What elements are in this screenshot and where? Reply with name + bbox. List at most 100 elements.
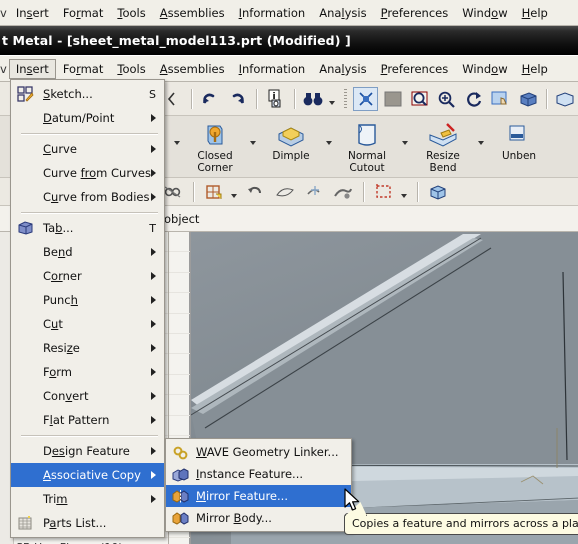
submenu-item-label: Mirror Feature... xyxy=(196,489,288,503)
menubar-top-item-tools[interactable]: Tools xyxy=(110,3,152,23)
menu-item-curve-from-bodies[interactable]: Curve from Bodies xyxy=(11,185,164,209)
zoom-window-icon[interactable] xyxy=(407,87,432,111)
submenu-arrow-icon xyxy=(151,169,156,177)
menu-item-curve-from-curves[interactable]: Curve from Curves xyxy=(11,161,164,185)
ribbon-button-closed-corner[interactable]: Closed Corner xyxy=(182,116,248,176)
chevron-down-icon[interactable] xyxy=(478,141,484,145)
binoculars-icon[interactable] xyxy=(301,87,326,111)
information-icon[interactable]: i xyxy=(263,87,288,111)
ribbon-button-normal-cutout[interactable]: Normal Cutout xyxy=(334,116,400,176)
menubar-top: v Insert Format Tools Assemblies Informa… xyxy=(0,0,578,26)
mirror-feature-icon xyxy=(172,489,189,505)
undo-icon[interactable] xyxy=(198,87,223,111)
submenu-item-mirror-body[interactable]: Mirror Body... xyxy=(166,507,351,529)
submenu-item-wave-geometry-linker[interactable]: WAVE Geometry Linker... xyxy=(166,441,351,463)
menu-item-label: Associative Copy xyxy=(43,468,141,482)
menu-item-label: Resize xyxy=(43,341,80,355)
menu-item-datum-point[interactable]: Datum/Point xyxy=(11,106,164,130)
menu-item-label: Flat Pattern xyxy=(43,413,110,427)
submenu-arrow-icon xyxy=(151,193,156,201)
menubar-item-preferences[interactable]: Preferences xyxy=(374,59,456,79)
menubar-top-item-help[interactable]: Help xyxy=(515,3,555,23)
toolbar-separator xyxy=(193,181,194,202)
menu-item-label: Convert xyxy=(43,389,89,403)
toolbar-separator xyxy=(417,181,418,202)
chevron-down-icon[interactable] xyxy=(401,193,407,198)
tree-row-hemflange[interactable]: SB HemFlange (10) xyxy=(15,538,190,544)
box-view-icon[interactable] xyxy=(553,87,578,111)
fit-view-icon[interactable] xyxy=(353,86,379,111)
chevron-down-icon[interactable] xyxy=(328,100,335,105)
menubar-top-item-analysis[interactable]: Analysis xyxy=(312,3,373,23)
submenu-item-mirror-feature[interactable]: Mirror Feature... xyxy=(166,485,351,507)
submenu-arrow-icon xyxy=(151,272,156,280)
ribbon-button-unbend[interactable]: Unben xyxy=(486,116,552,176)
menubar-item-insert[interactable]: Insert xyxy=(8,58,56,79)
section-box-icon[interactable] xyxy=(371,180,397,204)
chevron-down-icon[interactable] xyxy=(326,141,332,145)
submenu-arrow-icon xyxy=(151,392,156,400)
menu-item-trim[interactable]: Trim xyxy=(11,487,164,511)
shaded-view-icon[interactable] xyxy=(380,87,405,111)
chevron-down-icon[interactable] xyxy=(250,141,256,145)
menubar-item-format[interactable]: Format xyxy=(56,59,111,79)
ribbon-button-dimple[interactable]: Dimple xyxy=(258,116,324,176)
chevron-down-icon[interactable] xyxy=(174,141,180,145)
chevron-down-icon[interactable] xyxy=(231,193,237,198)
submenu-arrow-icon xyxy=(151,248,156,256)
menubar-top-item-preferences[interactable]: Preferences xyxy=(374,3,456,23)
menubar-item-window[interactable]: Window xyxy=(455,59,514,79)
menu-item-form[interactable]: Form xyxy=(11,360,164,384)
menu-item-label: Sketch... xyxy=(43,87,93,101)
menubar-top-item-insert[interactable]: Insert xyxy=(9,3,56,23)
point-set-icon[interactable] xyxy=(301,180,327,204)
redo-icon[interactable] xyxy=(225,87,250,111)
rotate-icon[interactable] xyxy=(461,87,486,111)
menubar-item-analysis[interactable]: Analysis xyxy=(312,59,373,79)
menubar-item-assemblies[interactable]: Assemblies xyxy=(153,59,232,79)
reverse-direction-icon[interactable] xyxy=(243,180,269,204)
toolbar-separator xyxy=(255,88,257,109)
menu-item-flat-pattern[interactable]: Flat Pattern xyxy=(11,408,164,432)
toolbar-separator xyxy=(293,88,295,109)
menubar-item-information[interactable]: Information xyxy=(232,59,313,79)
menubar-item-tools[interactable]: Tools xyxy=(110,59,152,79)
menu-item-punch[interactable]: Punch xyxy=(11,288,164,312)
menu-item-label: Curve from Curves xyxy=(43,166,151,180)
submenu-arrow-icon xyxy=(151,447,156,455)
menubar-top-item-information[interactable]: Information xyxy=(232,3,313,23)
associative-copy-submenu[interactable]: WAVE Geometry Linker... Instance Feature… xyxy=(165,438,352,532)
menubar-top-item-window[interactable]: Window xyxy=(455,3,514,23)
menu-item-associative-copy[interactable]: Associative Copy xyxy=(11,463,164,487)
menubar-top-item-format[interactable]: Format xyxy=(56,3,111,23)
menu-item-resize[interactable]: Resize xyxy=(11,336,164,360)
menu-item-parts-list[interactable]: Parts List... xyxy=(11,511,164,535)
solid-body-icon[interactable] xyxy=(425,180,451,204)
insert-dropdown-menu[interactable]: Sketch... S Datum/Point Curve Curve from… xyxy=(10,79,165,538)
datum-plane-icon[interactable] xyxy=(201,180,227,204)
menu-item-tab[interactable]: Tab... T xyxy=(11,216,164,240)
menu-item-bend[interactable]: Bend xyxy=(11,240,164,264)
ribbon-button-resize-bend[interactable]: Resize Bend xyxy=(410,116,476,176)
render-style-icon[interactable] xyxy=(515,87,540,111)
submenu-arrow-icon xyxy=(151,416,156,424)
ribbon-label-line1: Resize xyxy=(426,150,460,162)
pan-icon[interactable] xyxy=(488,87,513,111)
menubar-top-item-assemblies[interactable]: Assemblies xyxy=(153,3,232,23)
toolbar-grip[interactable] xyxy=(343,88,348,109)
menu-item-cut[interactable]: Cut xyxy=(11,312,164,336)
menu-item-sketch[interactable]: Sketch... S xyxy=(11,82,164,106)
submenu-item-instance-feature[interactable]: Instance Feature... xyxy=(166,463,351,485)
menubar-item-help[interactable]: Help xyxy=(515,59,555,79)
menu-item-design-feature[interactable]: Design Feature xyxy=(11,439,164,463)
surface-icon[interactable] xyxy=(272,180,298,204)
menubar-document-clipped-left: v xyxy=(0,61,7,76)
ribbon-label-line1: Normal xyxy=(348,150,386,162)
menu-item-convert[interactable]: Convert xyxy=(11,384,164,408)
menu-item-corner[interactable]: Corner xyxy=(11,264,164,288)
zoom-icon[interactable] xyxy=(434,87,459,111)
tooltip: Copies a feature and mirrors across a pl… xyxy=(344,502,578,535)
chevron-down-icon[interactable] xyxy=(402,141,408,145)
menu-item-curve[interactable]: Curve xyxy=(11,137,164,161)
wave-icon[interactable] xyxy=(330,180,356,204)
